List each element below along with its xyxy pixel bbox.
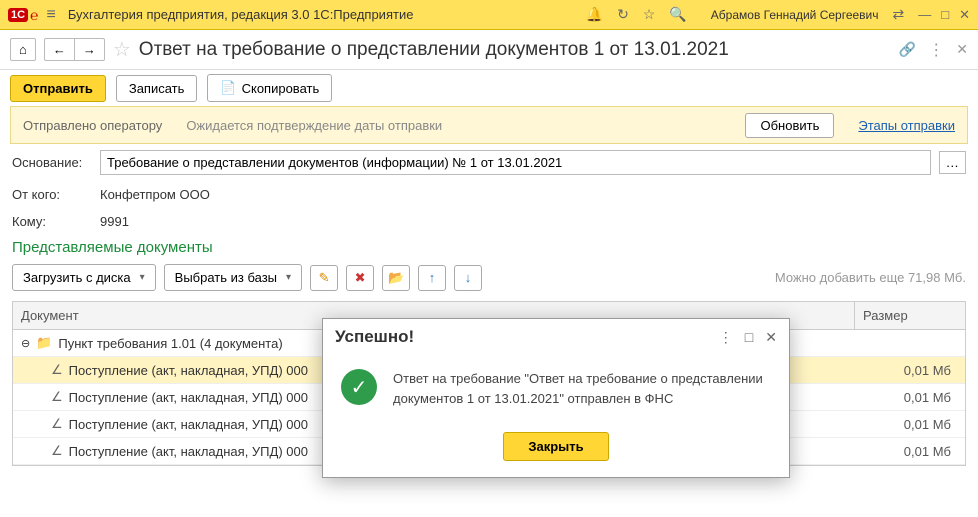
document-header: ⌂ ← → ☆ Ответ на требование о представле…: [0, 30, 978, 70]
delete-button[interactable]: ✖: [346, 265, 374, 291]
menu-icon[interactable]: ≡: [46, 6, 55, 24]
dialog-header: Успешно! ⋮ □ ✕: [323, 319, 789, 355]
status-bar: Отправлено оператору Ожидается подтвержд…: [10, 106, 968, 144]
basis-picker-button[interactable]: …: [939, 151, 966, 174]
item-icon: ∠: [51, 362, 63, 378]
folder-icon: 📁: [36, 335, 52, 351]
collapse-icon[interactable]: ⊖: [21, 337, 30, 350]
pencil-icon: ✎: [319, 270, 330, 286]
dialog-footer: Закрыть: [323, 422, 789, 477]
maximize-button[interactable]: □: [941, 7, 949, 23]
size-hint: Можно добавить еще 71,98 Мб.: [775, 270, 966, 285]
main-toolbar: Отправить Записать 📄 Скопировать: [0, 70, 978, 106]
row-size: 0,01 Мб: [857, 363, 957, 378]
item-icon: ∠: [51, 416, 63, 432]
dialog-message: Ответ на требование "Ответ на требование…: [393, 369, 771, 408]
item-icon: ∠: [51, 389, 63, 405]
send-button[interactable]: Отправить: [10, 75, 106, 102]
success-check-icon: ✓: [341, 369, 377, 405]
home-button[interactable]: ⌂: [10, 38, 36, 61]
bell-icon[interactable]: 🔔: [586, 6, 603, 23]
from-row: От кого: Конфетпром ООО: [0, 181, 978, 208]
star-icon[interactable]: ☆: [643, 6, 656, 23]
move-down-button[interactable]: ↓: [454, 265, 482, 291]
dialog-title: Успешно!: [335, 327, 707, 347]
stages-link[interactable]: Этапы отправки: [858, 118, 955, 133]
folder-open-icon: 📂: [388, 270, 404, 286]
refresh-button[interactable]: Обновить: [745, 113, 834, 138]
save-button[interactable]: Записать: [116, 75, 198, 102]
col-size[interactable]: Размер: [855, 302, 965, 329]
document-title: Ответ на требование о представлении доку…: [139, 39, 891, 61]
status-waiting: Ожидается подтверждение даты отправки: [186, 118, 721, 133]
documents-toolbar: Загрузить с диска Выбрать из базы ✎ ✖ 📂 …: [0, 260, 978, 295]
favorite-star-icon[interactable]: ☆: [113, 37, 131, 62]
status-label: Отправлено оператору: [23, 118, 162, 133]
row-size: 0,01 Мб: [857, 444, 957, 459]
nav-back-button[interactable]: ←: [44, 38, 74, 61]
history-icon[interactable]: ↻: [617, 6, 629, 23]
from-value: Конфетпром ООО: [100, 187, 210, 202]
copy-button[interactable]: 📄 Скопировать: [207, 74, 332, 102]
move-up-button[interactable]: ↑: [418, 265, 446, 291]
search-icon[interactable]: 🔍: [669, 6, 686, 23]
dialog-maximize-icon[interactable]: □: [745, 329, 753, 345]
close-window-button[interactable]: ✕: [959, 7, 970, 23]
dialog-close-button[interactable]: Закрыть: [503, 432, 608, 461]
copy-label: Скопировать: [242, 81, 320, 96]
to-value: 9991: [100, 214, 129, 229]
user-menu-icon[interactable]: ⇄: [893, 6, 905, 23]
from-label: От кого:: [12, 187, 92, 202]
nav-forward-button[interactable]: →: [74, 38, 105, 61]
delete-icon: ✖: [355, 270, 366, 286]
basis-input[interactable]: [100, 150, 931, 175]
edit-button[interactable]: ✎: [310, 265, 338, 291]
titlebar: 1С℮ ≡ Бухгалтерия предприятия, редакция …: [0, 0, 978, 30]
arrow-up-icon: ↑: [429, 270, 436, 285]
item-icon: ∠: [51, 443, 63, 459]
dialog-body: ✓ Ответ на требование "Ответ на требован…: [323, 355, 789, 422]
row-size: 0,01 Мб: [857, 417, 957, 432]
link-icon[interactable]: 🔗: [899, 41, 916, 58]
copy-icon: 📄: [220, 80, 236, 96]
arrow-down-icon: ↓: [465, 270, 472, 285]
row-size: 0,01 Мб: [857, 390, 957, 405]
basis-label: Основание:: [12, 155, 92, 170]
success-dialog: Успешно! ⋮ □ ✕ ✓ Ответ на требование "От…: [322, 318, 790, 478]
app-logo: 1С℮: [8, 7, 38, 23]
basis-row: Основание: …: [0, 144, 978, 181]
load-from-disk-button[interactable]: Загрузить с диска: [12, 264, 156, 291]
open-folder-button[interactable]: 📂: [382, 265, 410, 291]
to-label: Кому:: [12, 214, 92, 229]
user-name[interactable]: Абрамов Геннадий Сергеевич: [711, 8, 879, 22]
more-menu-icon[interactable]: ⋮: [924, 40, 948, 60]
dialog-close-icon[interactable]: ✕: [765, 329, 777, 346]
to-row: Кому: 9991: [0, 208, 978, 235]
minimize-button[interactable]: —: [918, 7, 931, 23]
select-from-base-button[interactable]: Выбрать из базы: [164, 264, 302, 291]
app-title: Бухгалтерия предприятия, редакция 3.0 1С…: [68, 7, 586, 22]
section-title: Представляемые документы: [0, 235, 978, 260]
dialog-menu-icon[interactable]: ⋮: [719, 329, 733, 346]
close-tab-button[interactable]: ✕: [956, 41, 968, 58]
